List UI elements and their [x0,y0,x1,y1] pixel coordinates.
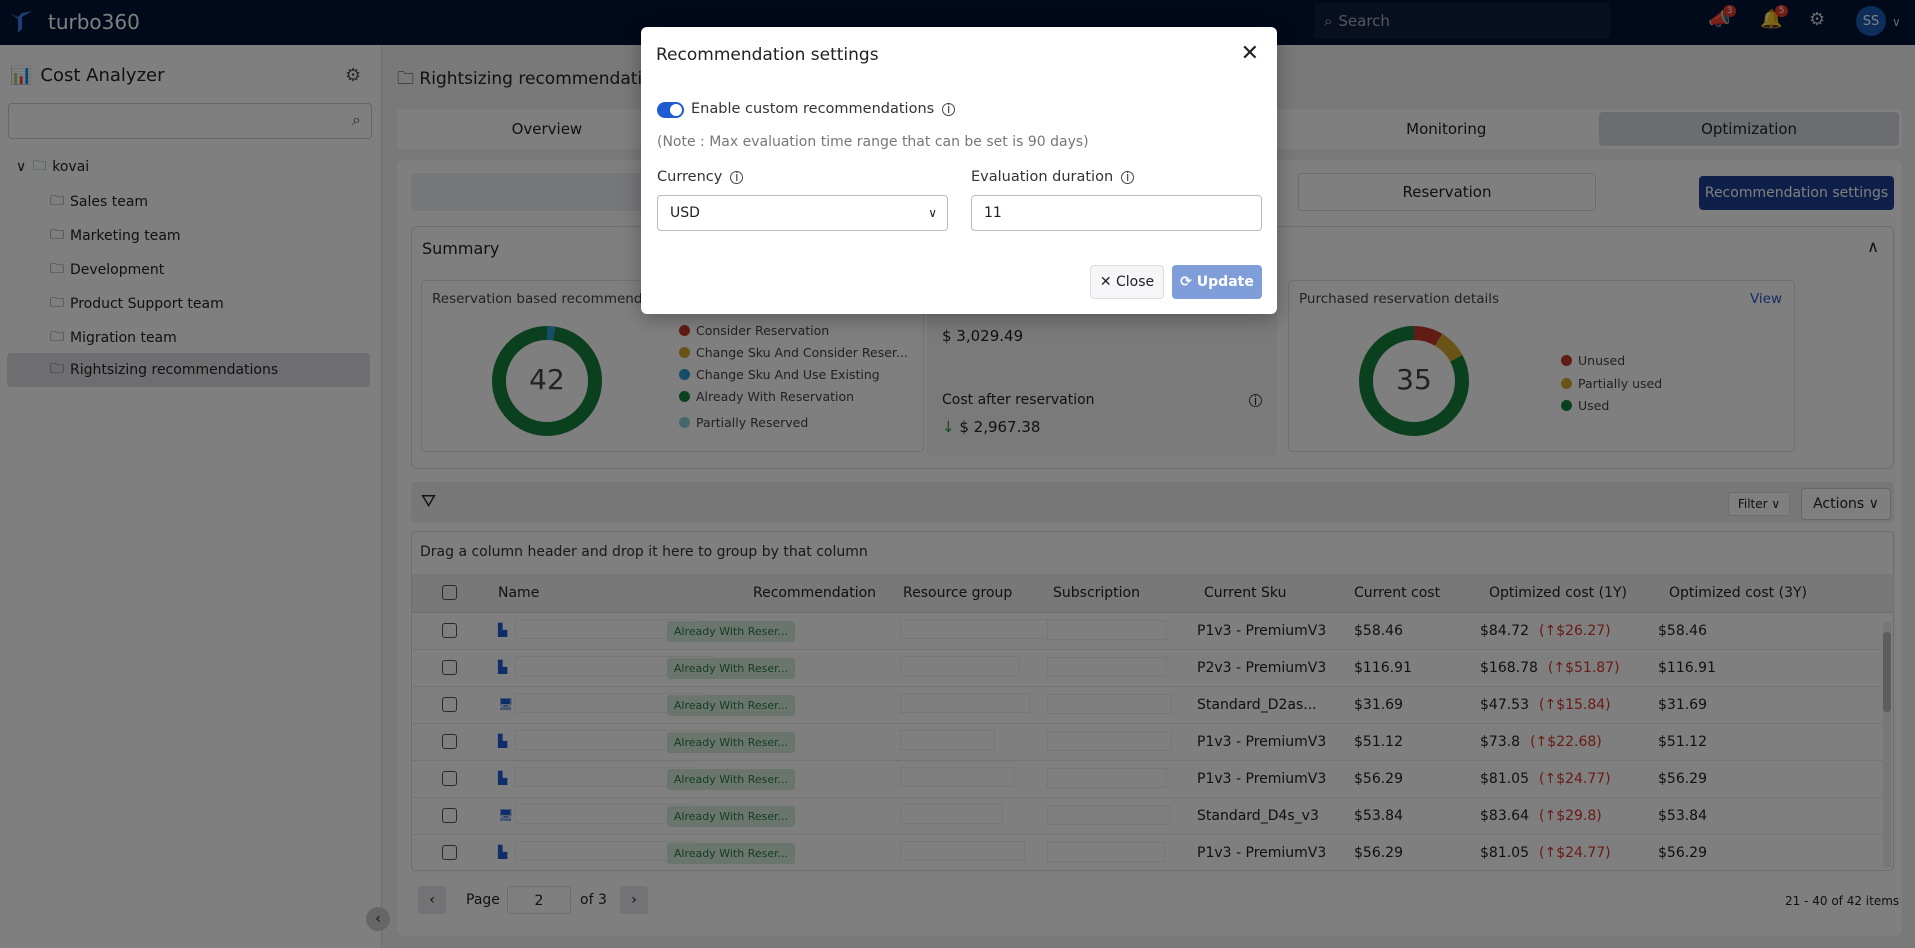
duration-label-row: Evaluation duration i [971,169,1135,185]
currency-label: Currency [657,169,723,185]
update-button[interactable]: ⟳ Update [1172,265,1262,299]
dialog-title: Recommendation settings [656,45,879,65]
currency-label-row: Currency i [657,169,744,185]
update-label: Update [1196,274,1254,290]
toggle-label-row: Enable custom recommendations i [691,101,956,117]
evaluation-note: (Note : Max evaluation time range that c… [657,134,1089,150]
close-icon: ✕ [1099,274,1117,290]
recommendation-settings-dialog: Recommendation settings ✕ Enable custom … [641,27,1277,314]
chevron-down-icon: ∨ [928,206,937,220]
info-icon[interactable]: i [730,170,744,184]
duration-label: Evaluation duration [971,169,1114,185]
info-icon[interactable]: i [1121,170,1135,184]
toggle-label: Enable custom recommendations [691,101,935,117]
evaluation-duration-input[interactable]: 11 [971,195,1262,231]
enable-custom-recommendations-toggle[interactable] [657,102,684,118]
close-label: Close [1116,274,1155,290]
close-button[interactable]: ✕ Close [1090,265,1164,299]
refresh-icon: ⟳ [1180,274,1197,290]
currency-select[interactable]: USD ∨ [657,195,948,231]
close-icon[interactable]: ✕ [1241,41,1259,66]
currency-value: USD [670,205,700,221]
info-icon[interactable]: i [942,102,956,116]
